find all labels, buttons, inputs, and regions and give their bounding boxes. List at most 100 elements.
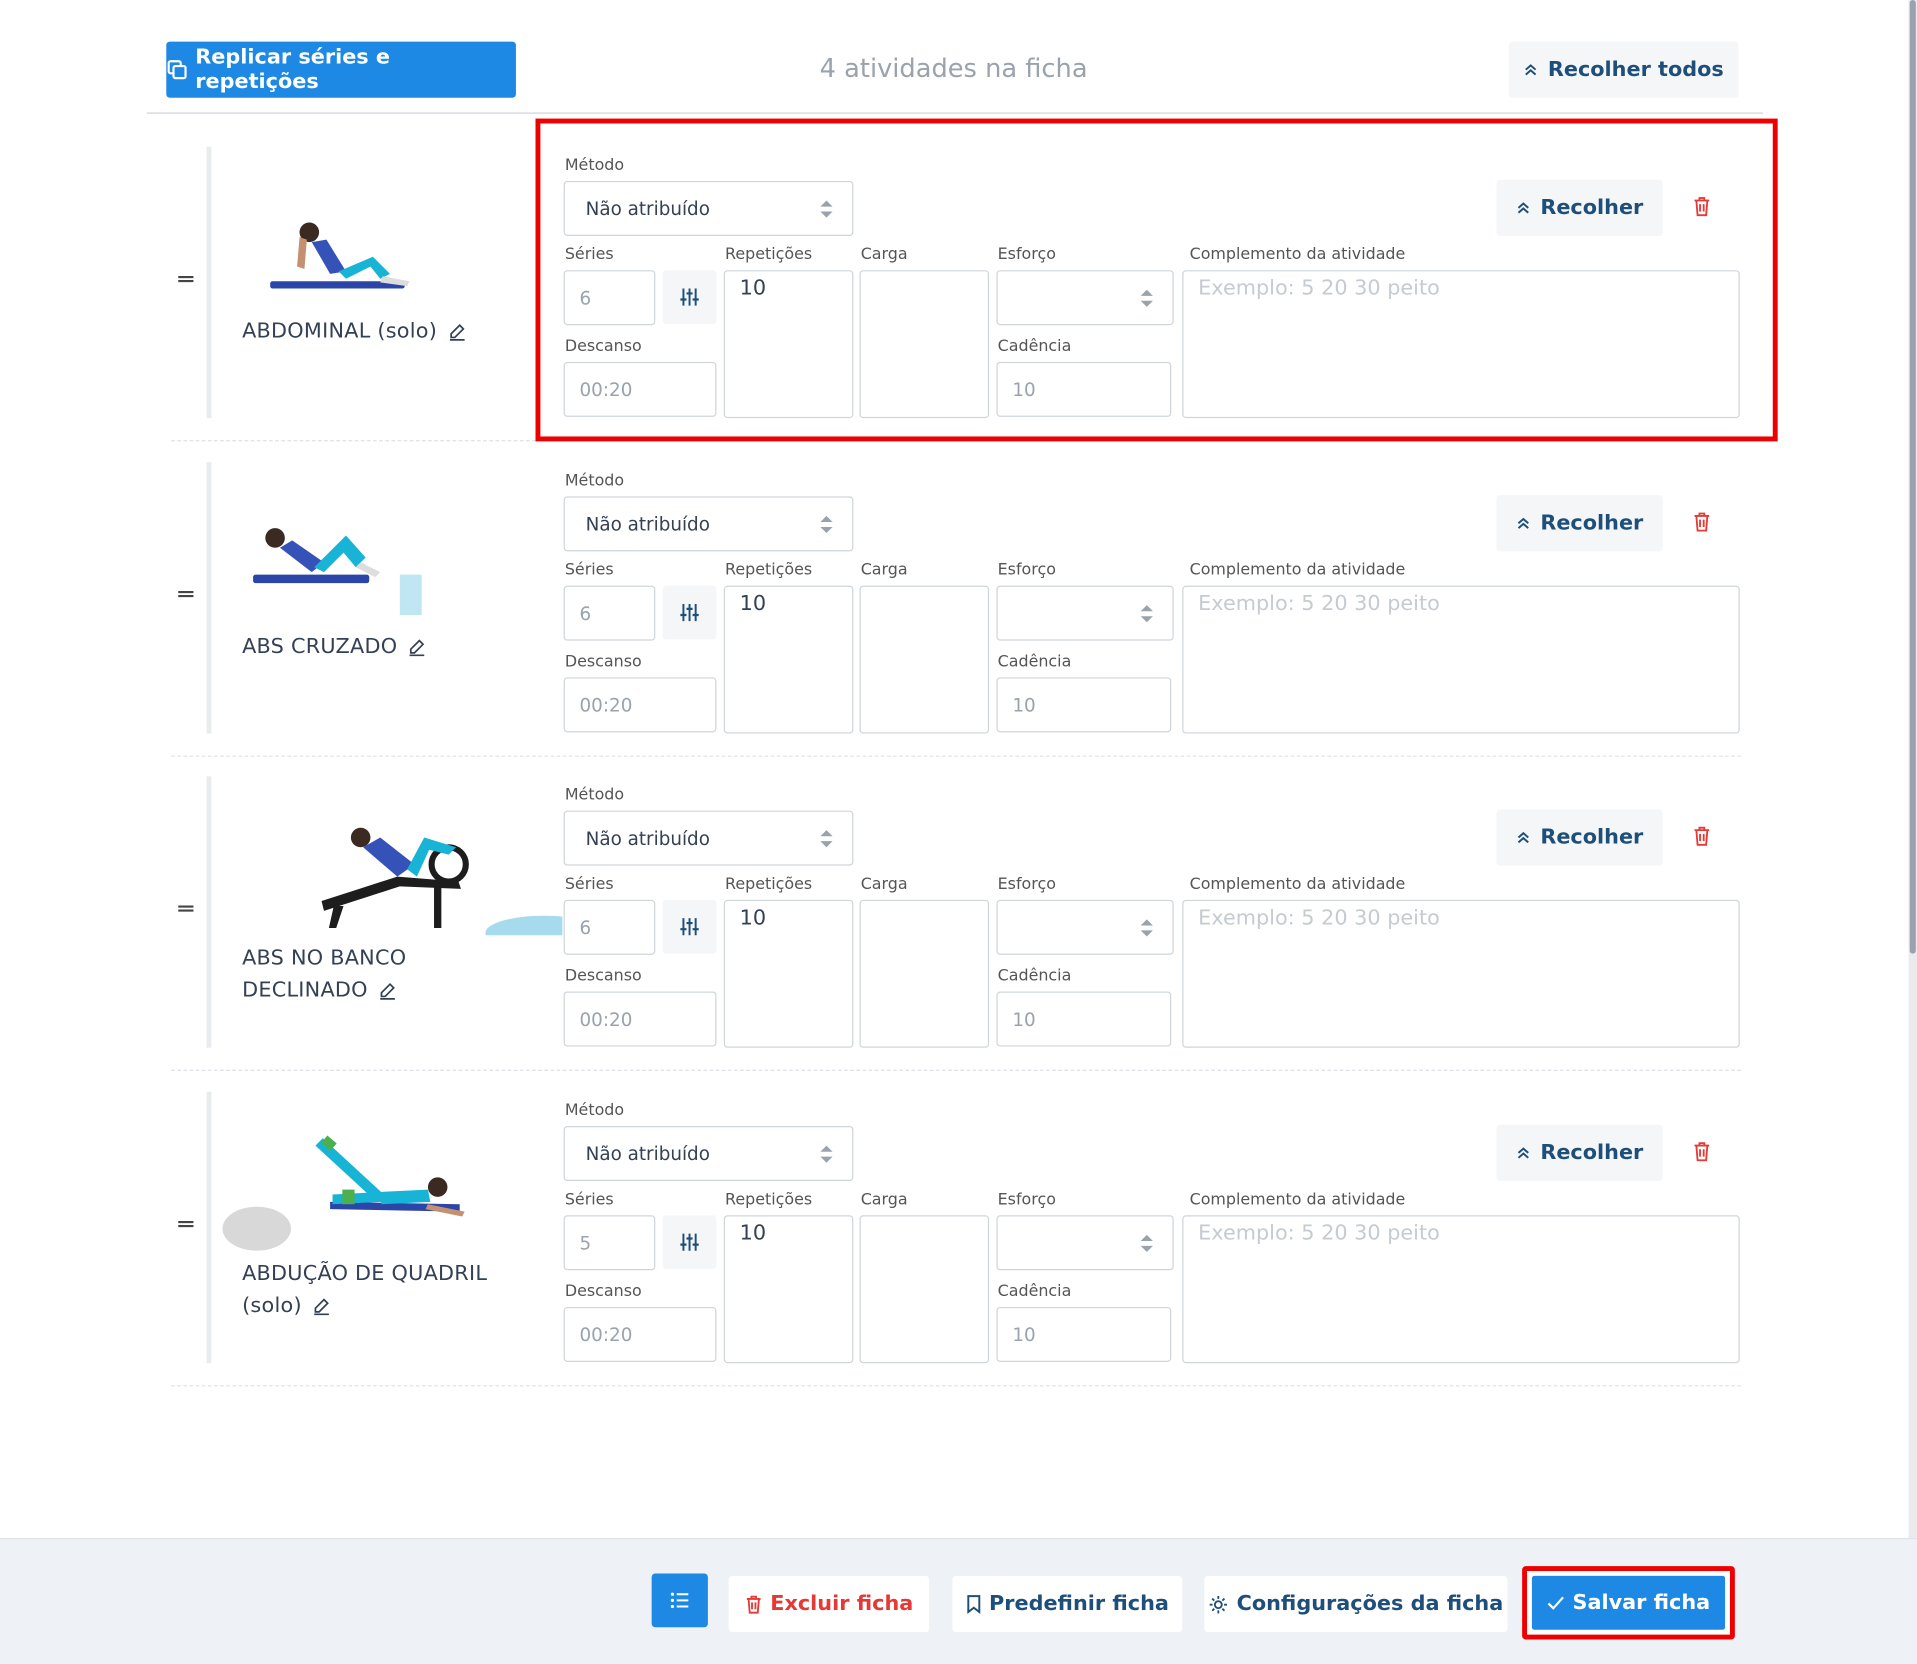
trash-icon[interactable] <box>1692 825 1712 847</box>
sort-icon <box>1140 1234 1153 1252</box>
card-left-bar <box>206 146 212 419</box>
sets-label: Séries <box>564 561 614 580</box>
sliders-icon <box>680 918 699 936</box>
sets-input[interactable]: 6 <box>563 585 656 641</box>
complement-textarea[interactable]: Exemplo: 5 20 30 peito <box>1182 899 1740 1048</box>
bookmark-icon <box>967 1595 981 1614</box>
drag-handle-icon[interactable]: ═ <box>178 264 193 293</box>
drag-handle-icon[interactable]: ═ <box>178 580 193 609</box>
cadence-label: Cadência <box>997 652 1072 672</box>
method-label: Método <box>564 786 625 805</box>
exercise-name[interactable]: ABDUÇÃO DE QUADRIL (solo) <box>242 1258 523 1322</box>
complement-textarea[interactable]: Exemplo: 5 20 30 peito <box>1182 1215 1740 1364</box>
rest-input[interactable]: 00:20 <box>563 677 717 733</box>
workout-sheet-editor: Replicar séries e repetições 4 atividade… <box>0 0 1917 1664</box>
trash-icon[interactable] <box>1692 511 1712 533</box>
sort-icon <box>820 515 833 534</box>
edit-icon[interactable] <box>312 1296 332 1316</box>
load-input[interactable] <box>859 1215 990 1364</box>
exercise-name[interactable]: ABS NO BANCO DECLINADO <box>242 943 450 1007</box>
reps-label: Repetições <box>725 561 813 580</box>
sets-label: Séries <box>564 875 614 894</box>
sets-label: Séries <box>564 1190 614 1210</box>
activity-card: ═ ABDUÇÃO DE QUADRIL (solo) Método Não a… <box>0 1091 1917 1407</box>
edit-icon[interactable] <box>447 322 467 342</box>
cross-crunch-image <box>253 528 422 615</box>
sets-tune-button[interactable] <box>662 585 717 640</box>
method-label: Método <box>564 1101 625 1120</box>
drag-handle-icon[interactable]: ═ <box>178 894 193 923</box>
drag-handle-icon[interactable]: ═ <box>178 1209 193 1238</box>
effort-select[interactable] <box>996 585 1174 641</box>
method-select[interactable]: Não atribuído <box>563 1126 854 1182</box>
reps-input[interactable]: 10 <box>723 1215 854 1364</box>
cadence-input[interactable]: 10 <box>996 991 1172 1047</box>
sort-icon <box>820 1145 833 1163</box>
cadence-input[interactable]: 10 <box>996 1306 1172 1362</box>
rest-input[interactable]: 00:20 <box>563 991 717 1047</box>
effort-select[interactable] <box>996 899 1174 955</box>
card-left-bar <box>206 1091 212 1364</box>
scrollbar-thumb[interactable] <box>1909 0 1916 954</box>
chevrons-up-icon <box>1517 1147 1529 1159</box>
method-select[interactable]: Não atribuído <box>563 496 854 552</box>
sets-input[interactable]: 6 <box>563 899 656 955</box>
chevrons-up-icon <box>1525 64 1537 76</box>
sort-icon <box>1140 919 1153 937</box>
complement-textarea[interactable]: Exemplo: 5 20 30 peito <box>1182 585 1740 734</box>
edit-icon[interactable] <box>378 981 398 1001</box>
reps-label: Repetições <box>725 875 813 894</box>
cadence-label: Cadência <box>997 1282 1072 1301</box>
sliders-icon <box>680 1233 699 1251</box>
trash-icon <box>746 1595 761 1613</box>
save-sheet-button[interactable]: Salvar ficha <box>1531 1575 1726 1630</box>
preset-sheet-button[interactable]: Predefinir ficha <box>952 1575 1183 1633</box>
reps-label: Repetições <box>725 1190 813 1210</box>
load-label: Carga <box>860 1190 908 1210</box>
sets-input[interactable]: 5 <box>563 1215 656 1271</box>
gear-icon <box>1210 1595 1228 1613</box>
activity-count: 4 atividades na ficha <box>819 53 1088 84</box>
collapse-all-button[interactable]: Recolher todos <box>1508 41 1739 98</box>
row-divider <box>171 1385 1741 1387</box>
card-left-bar <box>206 776 212 1048</box>
exercise-name[interactable]: ABDOMINAL (solo) <box>242 315 535 347</box>
effort-label: Esforço <box>997 1190 1056 1210</box>
chevrons-up-icon <box>1517 517 1529 529</box>
effort-select[interactable] <box>996 1215 1174 1271</box>
load-input[interactable] <box>859 585 990 734</box>
trash-icon[interactable] <box>1692 1141 1712 1163</box>
top-divider <box>146 112 1763 114</box>
collapse-button[interactable]: Recolher <box>1496 1124 1663 1182</box>
activity-card: ═ ABS NO BANCO DECLINADO Método Não atri… <box>0 776 1917 1091</box>
collapse-button[interactable]: Recolher <box>1496 495 1663 552</box>
exercise-name[interactable]: ABS CRUZADO <box>242 631 535 663</box>
edit-icon[interactable] <box>407 637 427 657</box>
replicate-sets-reps-button[interactable]: Replicar séries e repetições <box>166 41 516 98</box>
collapse-button[interactable]: Recolher <box>1496 809 1663 866</box>
copy-icon <box>167 60 187 80</box>
chevrons-up-icon <box>1517 831 1529 844</box>
delete-sheet-button[interactable]: Excluir ficha <box>728 1575 930 1633</box>
reps-input[interactable]: 10 <box>723 899 854 1048</box>
activity-card: ═ ABS CRUZADO Método Não atribuído Recol… <box>0 462 1917 777</box>
row-divider <box>171 755 1741 757</box>
reps-input[interactable]: 10 <box>723 585 854 734</box>
replicate-label: Replicar séries e repetições <box>195 45 391 95</box>
method-select[interactable]: Não atribuído <box>563 810 854 866</box>
hip-abduction-image <box>222 1135 465 1251</box>
save-sheet-highlight: Salvar ficha <box>1522 1566 1735 1640</box>
list-icon <box>670 1592 689 1609</box>
list-view-button[interactable] <box>651 1573 708 1628</box>
sliders-icon <box>680 603 699 622</box>
rest-label: Descanso <box>564 967 642 986</box>
load-input[interactable] <box>859 899 990 1048</box>
rest-input[interactable]: 00:20 <box>563 1306 717 1362</box>
sets-tune-button[interactable] <box>662 1215 717 1270</box>
sheet-settings-button[interactable]: Configurações da ficha <box>1204 1575 1508 1633</box>
sets-tune-button[interactable] <box>662 899 717 954</box>
load-label: Carga <box>860 561 908 580</box>
cadence-label: Cadência <box>997 967 1072 986</box>
cadence-input[interactable]: 10 <box>996 677 1172 733</box>
complement-label: Complemento da atividade <box>1189 1190 1406 1210</box>
